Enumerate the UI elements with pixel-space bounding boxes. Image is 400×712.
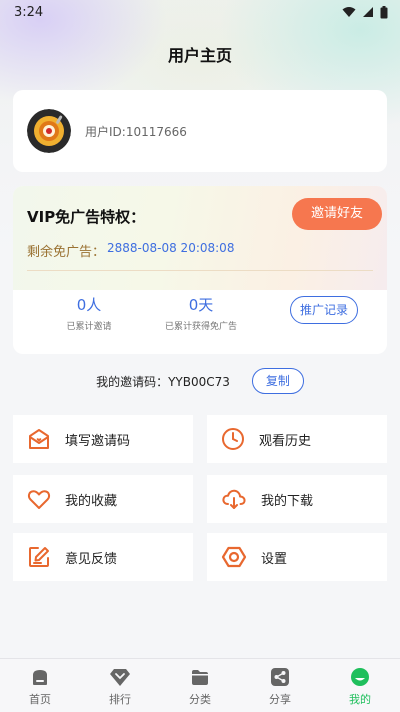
cloud-download-icon xyxy=(222,489,246,509)
envelope-heart-icon xyxy=(29,429,49,449)
nav-home[interactable]: 首页 xyxy=(0,659,80,712)
menu-watch-history[interactable]: 观看历史 xyxy=(207,415,387,463)
menu-favorites[interactable]: 我的收藏 xyxy=(13,475,193,523)
battery-icon xyxy=(380,5,388,18)
menu-settings[interactable]: 设置 xyxy=(207,533,387,581)
clock-icon xyxy=(222,428,244,450)
ad-free-days-stat: 0天 已累计获得免广告 xyxy=(153,294,249,332)
menu-label: 观看历史 xyxy=(259,433,312,449)
nav-label: 我的 xyxy=(349,693,371,706)
nav-label: 分类 xyxy=(189,693,211,706)
nav-category[interactable]: 分类 xyxy=(160,659,240,712)
vip-title: VIP免广告特权： xyxy=(27,208,146,226)
invite-code-row: 我的邀请码：YYB00C73 复制 xyxy=(0,368,400,394)
invite-code: 我的邀请码：YYB00C73 xyxy=(96,374,230,389)
divider xyxy=(27,270,373,271)
nav-label: 分享 xyxy=(269,693,291,706)
nav-ranking[interactable]: 排行 xyxy=(80,659,160,712)
invite-friends-button[interactable]: 邀请好友 xyxy=(292,198,382,230)
ad-free-days-label: 已累计获得免广告 xyxy=(164,322,237,332)
menu-label: 我的收藏 xyxy=(65,493,118,509)
menu-enter-invite-code[interactable]: 填写邀请码 xyxy=(13,415,193,463)
copy-button[interactable]: 复制 xyxy=(251,368,304,394)
status-bar: 3:24 xyxy=(0,0,400,24)
menu-label: 填写邀请码 xyxy=(65,433,131,449)
avatar[interactable] xyxy=(27,109,71,153)
nav-share[interactable]: 分享 xyxy=(240,659,320,712)
menu-label: 我的下载 xyxy=(261,493,314,509)
heart-icon xyxy=(27,490,51,509)
share-icon xyxy=(271,668,289,686)
promotion-records-button[interactable]: 推广记录 xyxy=(290,296,358,324)
invited-count-label: 已累计邀请 xyxy=(66,322,112,332)
invited-count-value: 0人 xyxy=(76,296,102,314)
status-time: 3:24 xyxy=(14,4,44,20)
profile-card: 用户ID:10117666 xyxy=(13,90,387,172)
ad-free-days-value: 0天 xyxy=(188,296,214,314)
profile-smile-icon xyxy=(351,668,369,686)
home-icon xyxy=(33,670,47,685)
edit-icon xyxy=(29,547,49,567)
menu-downloads[interactable]: 我的下载 xyxy=(207,475,387,523)
menu-label: 意见反馈 xyxy=(65,551,118,567)
menu-feedback[interactable]: 意见反馈 xyxy=(13,533,193,581)
diamond-icon xyxy=(110,669,130,686)
cellular-signal-icon xyxy=(363,7,373,17)
vip-card: VIP免广告特权： 邀请好友 剩余免广告： 2888-08-08 20:08:0… xyxy=(13,186,387,354)
bottom-nav: 首页 排行 分类 分享 我的 xyxy=(0,658,400,712)
page-title: 用户主页 xyxy=(167,46,232,65)
nav-label: 排行 xyxy=(109,693,131,706)
menu-label: 设置 xyxy=(261,551,288,567)
wifi-icon xyxy=(342,7,356,17)
user-id: 用户ID:10117666 xyxy=(85,124,187,139)
invited-count-stat: 0人 已累计邀请 xyxy=(41,294,137,332)
nav-label: 首页 xyxy=(29,693,51,706)
nav-mine[interactable]: 我的 xyxy=(320,659,400,712)
ad-free-remaining-label: 剩余免广告： xyxy=(27,245,106,260)
ad-free-remaining-value: 2888-08-08 20:08:08 xyxy=(107,241,235,255)
folder-icon xyxy=(192,670,208,685)
settings-hex-icon xyxy=(221,546,247,568)
